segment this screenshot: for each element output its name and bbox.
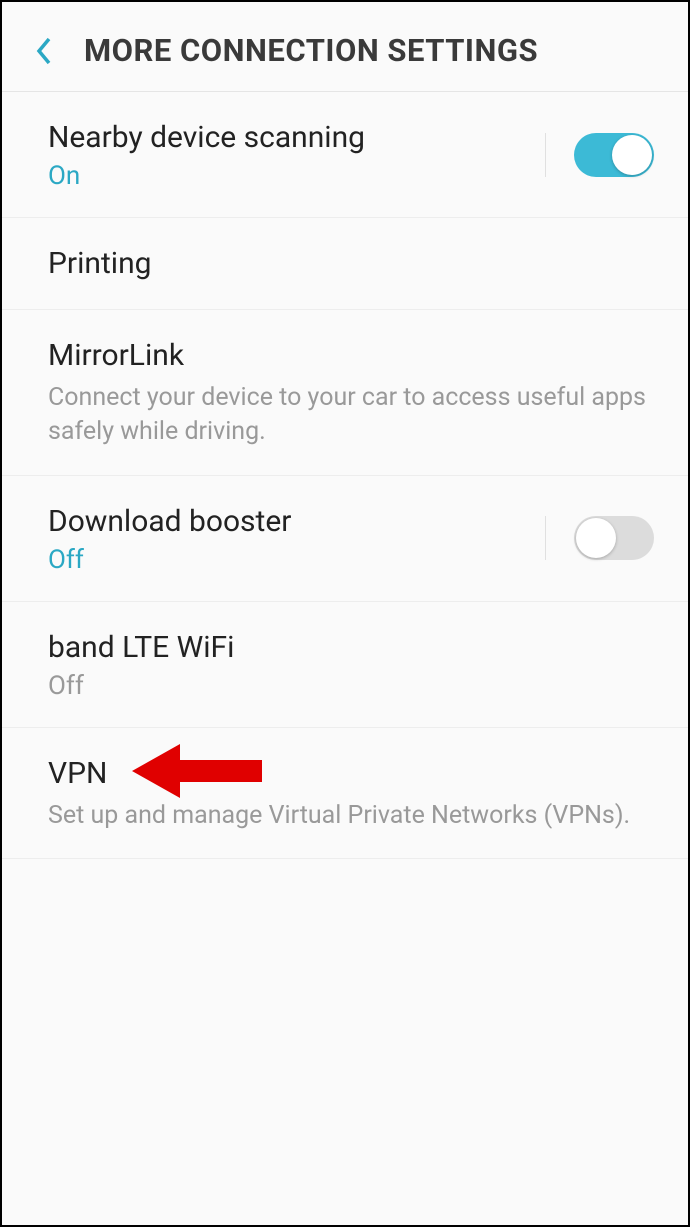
- toggle-thumb: [612, 135, 652, 175]
- setting-band-lte-wifi[interactable]: band LTE WiFi Off: [2, 602, 688, 728]
- setting-nearby-device-scanning[interactable]: Nearby device scanning On: [2, 92, 688, 218]
- annotation-arrow-icon: [132, 742, 262, 800]
- settings-list: Nearby device scanning On Printing Mirro…: [2, 92, 688, 859]
- setting-title: Printing: [48, 244, 654, 283]
- setting-title: Nearby device scanning: [48, 118, 545, 157]
- toggle-wrapper: [545, 516, 654, 560]
- setting-text: MirrorLink Connect your device to your c…: [48, 336, 654, 449]
- setting-mirrorlink[interactable]: MirrorLink Connect your device to your c…: [2, 310, 688, 476]
- toggle-thumb: [576, 518, 616, 558]
- header-bar: MORE CONNECTION SETTINGS: [2, 2, 688, 92]
- setting-title: Download booster: [48, 502, 545, 541]
- setting-vpn[interactable]: VPN Set up and manage Virtual Private Ne…: [2, 728, 688, 860]
- download-booster-toggle[interactable]: [574, 516, 654, 560]
- setting-text: band LTE WiFi Off: [48, 628, 654, 701]
- setting-subtitle: Connect your device to your car to acces…: [48, 381, 654, 449]
- setting-text: Download booster Off: [48, 502, 545, 575]
- nearby-toggle[interactable]: [574, 133, 654, 177]
- setting-title: MirrorLink: [48, 336, 654, 375]
- setting-title: band LTE WiFi: [48, 628, 654, 667]
- setting-text: Printing: [48, 244, 654, 283]
- setting-download-booster[interactable]: Download booster Off: [2, 476, 688, 602]
- setting-status: Off: [48, 671, 654, 701]
- back-icon[interactable]: [32, 33, 56, 69]
- setting-status: Off: [48, 545, 545, 575]
- setting-printing[interactable]: Printing: [2, 218, 688, 310]
- page-title: MORE CONNECTION SETTINGS: [84, 32, 538, 69]
- setting-text: Nearby device scanning On: [48, 118, 545, 191]
- toggle-wrapper: [545, 133, 654, 177]
- toggle-divider: [545, 516, 546, 560]
- setting-status: On: [48, 161, 545, 191]
- setting-subtitle: Set up and manage Virtual Private Networ…: [48, 799, 654, 833]
- toggle-divider: [545, 133, 546, 177]
